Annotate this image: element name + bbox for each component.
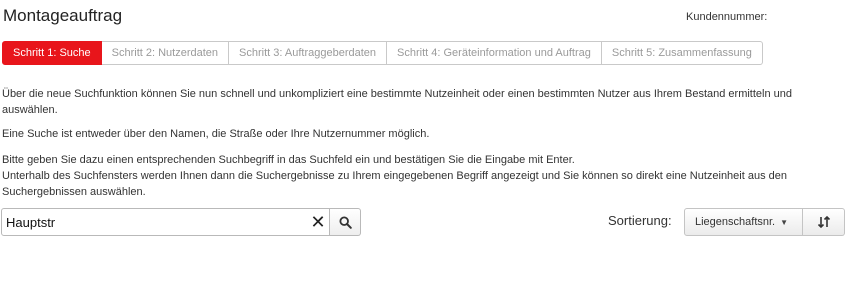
sort-select-value: Liegenschaftsnr. xyxy=(695,216,776,228)
close-icon[interactable]: ✕ xyxy=(307,210,329,234)
instruction-paragraph-2: Eine Suche ist entweder über den Namen, … xyxy=(2,128,430,140)
instruction-paragraph-1: Über die neue Suchfunktion können Sie nu… xyxy=(2,88,793,116)
sort-label: Sortierung: xyxy=(608,213,672,228)
sort-direction-button[interactable] xyxy=(803,208,845,236)
sort-select[interactable]: Liegenschaftsnr. ▼ xyxy=(684,208,803,236)
caret-down-icon: ▼ xyxy=(780,217,789,227)
wizard-steps: Schritt 1: Suche Schritt 2: Nutzerdaten … xyxy=(2,41,763,65)
step-tab-client-data[interactable]: Schritt 3: Auftraggeberdaten xyxy=(229,41,388,65)
step-tab-search[interactable]: Schritt 1: Suche xyxy=(2,41,102,65)
step-tab-summary[interactable]: Schritt 5: Zusammenfassung xyxy=(601,41,763,65)
page-title: Montageauftrag xyxy=(3,6,123,25)
instruction-line-2: Unterhalb des Suchfensters werden Ihnen … xyxy=(2,170,787,198)
search-group: ✕ xyxy=(1,208,361,236)
step-tab-user-data[interactable]: Schritt 2: Nutzerdaten xyxy=(101,41,230,65)
customer-number-label: Kundennummer: xyxy=(686,11,768,23)
search-input[interactable] xyxy=(1,208,330,236)
instruction-line-1: Bitte geben Sie dazu einen entsprechende… xyxy=(2,154,575,166)
search-button[interactable] xyxy=(330,208,361,236)
instruction-paragraph-3: Bitte geben Sie dazu einen entsprechende… xyxy=(2,152,848,200)
search-icon xyxy=(338,215,352,229)
sort-direction-icon xyxy=(817,215,830,229)
step-tab-device-order[interactable]: Schritt 4: Geräteinformation und Auftrag xyxy=(387,41,602,65)
